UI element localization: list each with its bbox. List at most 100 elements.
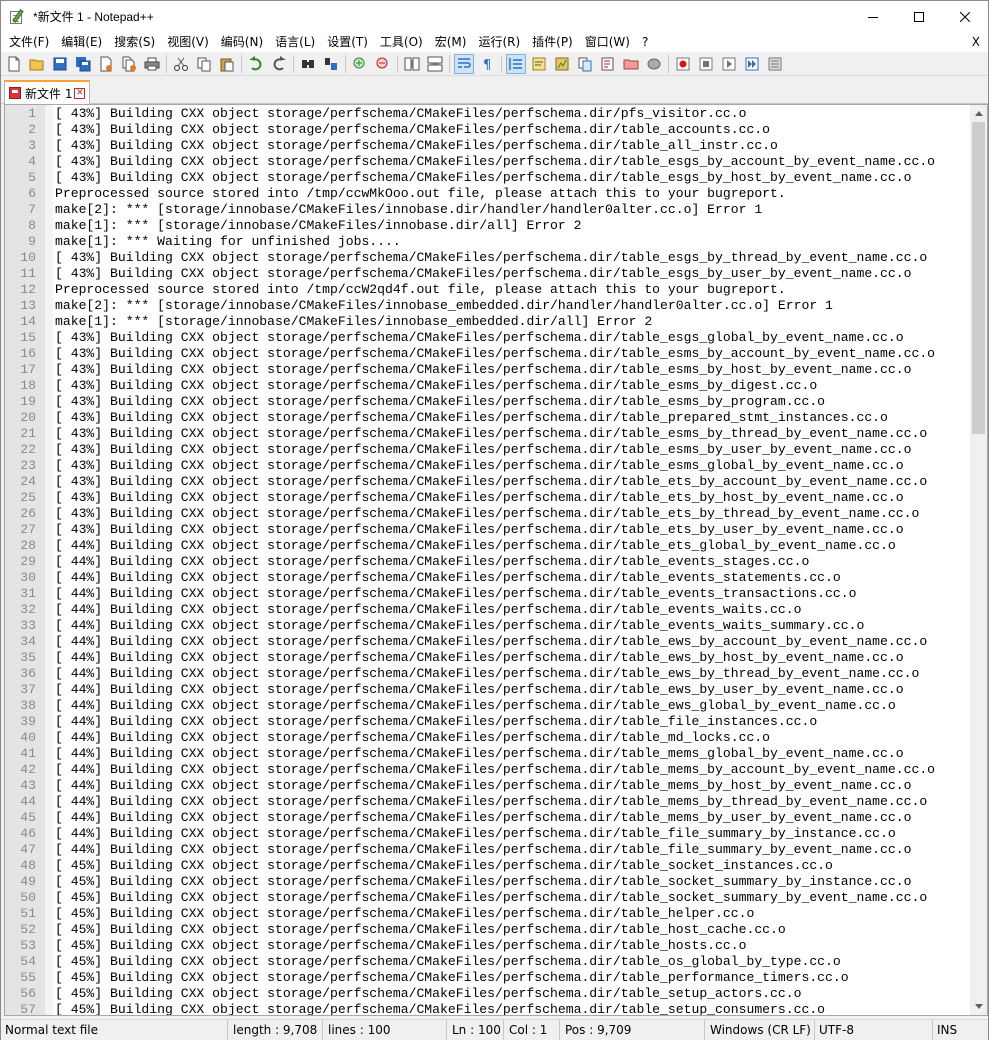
cut-button[interactable] [171, 54, 191, 74]
user-language-button[interactable] [529, 54, 549, 74]
scroll-up-button[interactable] [970, 105, 987, 122]
line-text[interactable]: [ 43%] Building CXX object storage/perfs… [55, 378, 817, 394]
editor-line[interactable]: 22 [ 43%] Building CXX object storage/per… [5, 442, 967, 458]
line-text[interactable]: [ 43%] Building CXX object storage/perfs… [55, 154, 935, 170]
close-document-button[interactable]: X [972, 32, 980, 52]
tab-new-file-1[interactable]: 新文件 1 ✕ [4, 80, 90, 104]
title-bar[interactable]: *新文件 1 - Notepad++ [1, 1, 988, 32]
menu-item-4[interactable]: 编码(N) [215, 32, 269, 52]
line-text[interactable]: [ 45%] Building CXX object storage/perfs… [55, 970, 849, 986]
menu-item-3[interactable]: 视图(V) [161, 32, 215, 52]
scroll-down-button[interactable] [970, 998, 987, 1015]
line-text[interactable]: [ 44%] Building CXX object storage/perfs… [55, 714, 817, 730]
status-encoding[interactable]: UTF-8 [815, 1019, 933, 1040]
line-text[interactable]: make[1]: *** [storage/innobase/CMakeFile… [55, 314, 652, 330]
line-text[interactable]: [ 43%] Building CXX object storage/perfs… [55, 362, 911, 378]
stop-record-button[interactable] [696, 54, 716, 74]
line-text[interactable]: [ 44%] Building CXX object storage/perfs… [55, 698, 896, 714]
minimize-button[interactable] [850, 1, 896, 32]
indent-guide-button[interactable] [506, 53, 526, 74]
line-text[interactable]: Preprocessed source stored into /tmp/ccw… [55, 186, 786, 202]
show-all-chars-button[interactable]: ¶ [477, 54, 497, 74]
editor-line[interactable]: 27 [ 43%] Building CXX object storage/per… [5, 522, 967, 538]
line-text[interactable]: [ 44%] Building CXX object storage/perfs… [55, 666, 919, 682]
line-text[interactable]: [ 44%] Building CXX object storage/perfs… [55, 778, 911, 794]
line-text[interactable]: [ 43%] Building CXX object storage/perfs… [55, 170, 911, 186]
editor-line[interactable]: 35 [ 44%] Building CXX object storage/per… [5, 650, 967, 666]
editor-line[interactable]: 54 [ 45%] Building CXX object storage/per… [5, 954, 967, 970]
editor-line[interactable]: 12 Preprocessed source stored into /tmp/c… [5, 282, 967, 298]
line-text[interactable]: [ 45%] Building CXX object storage/perfs… [55, 874, 911, 890]
function-list-button[interactable] [598, 54, 618, 74]
zoom-in-button[interactable] [350, 54, 370, 74]
replace-button[interactable] [321, 54, 341, 74]
editor-line[interactable]: 16 [ 43%] Building CXX object storage/per… [5, 346, 967, 362]
editor-line[interactable]: 41 [ 44%] Building CXX object storage/per… [5, 746, 967, 762]
monitoring-button[interactable] [644, 54, 664, 74]
redo-button[interactable] [269, 54, 289, 74]
play-macro-button[interactable] [719, 54, 739, 74]
line-text[interactable]: make[2]: *** [storage/innobase/CMakeFile… [55, 298, 833, 314]
editor-line[interactable]: 25 [ 43%] Building CXX object storage/per… [5, 490, 967, 506]
editor-line[interactable]: 9 make[1]: *** Waiting for unfinished job… [5, 234, 967, 250]
line-text[interactable]: [ 43%] Building CXX object storage/perfs… [55, 346, 935, 362]
menu-item-2[interactable]: 搜索(S) [108, 32, 161, 52]
editor-line[interactable]: 6 Preprocessed source stored into /tmp/cc… [5, 186, 967, 202]
editor-line[interactable]: 32 [ 44%] Building CXX object storage/per… [5, 602, 967, 618]
editor-line[interactable]: 8 make[1]: *** [storage/innobase/CMakeFil… [5, 218, 967, 234]
line-text[interactable]: [ 45%] Building CXX object storage/perfs… [55, 986, 801, 1002]
line-text[interactable]: [ 45%] Building CXX object storage/perfs… [55, 890, 927, 906]
editor-line[interactable]: 28 [ 44%] Building CXX object storage/per… [5, 538, 967, 554]
find-button[interactable] [298, 54, 318, 74]
line-text[interactable]: [ 43%] Building CXX object storage/perfs… [55, 410, 888, 426]
editor-line[interactable]: 53 [ 45%] Building CXX object storage/per… [5, 938, 967, 954]
copy-button[interactable] [194, 54, 214, 74]
doc-map-button[interactable] [552, 54, 572, 74]
editor-line[interactable]: 26 [ 43%] Building CXX object storage/per… [5, 506, 967, 522]
editor-line[interactable]: 29 [ 44%] Building CXX object storage/per… [5, 554, 967, 570]
maximize-button[interactable] [896, 1, 942, 32]
editor-line[interactable]: 20 [ 43%] Building CXX object storage/per… [5, 410, 967, 426]
line-text[interactable]: make[2]: *** [storage/innobase/CMakeFile… [55, 202, 762, 218]
word-wrap-button[interactable] [454, 53, 474, 74]
open-file-button[interactable] [27, 54, 47, 74]
close-window-button[interactable] [942, 1, 988, 32]
editor-line[interactable]: 3 [ 43%] Building CXX object storage/perf… [5, 138, 967, 154]
menu-item-8[interactable]: 宏(M) [429, 32, 473, 52]
line-text[interactable]: [ 43%] Building CXX object storage/perfs… [55, 106, 746, 122]
editor-line[interactable]: 51 [ 45%] Building CXX object storage/per… [5, 906, 967, 922]
editor-line[interactable]: 55 [ 45%] Building CXX object storage/per… [5, 970, 967, 986]
editor-line[interactable]: 2 [ 43%] Building CXX object storage/perf… [5, 122, 967, 138]
menu-item-5[interactable]: 语言(L) [269, 32, 321, 52]
editor-line[interactable]: 14 make[1]: *** [storage/innobase/CMakeFi… [5, 314, 967, 330]
folder-workspace-button[interactable] [621, 54, 641, 74]
editor-line[interactable]: 31 [ 44%] Building CXX object storage/per… [5, 586, 967, 602]
line-text[interactable]: [ 44%] Building CXX object storage/perfs… [55, 682, 904, 698]
line-text[interactable]: [ 45%] Building CXX object storage/perfs… [55, 906, 754, 922]
line-text[interactable]: [ 44%] Building CXX object storage/perfs… [55, 634, 927, 650]
editor-line[interactable]: 23 [ 43%] Building CXX object storage/per… [5, 458, 967, 474]
close-button[interactable] [96, 54, 116, 74]
line-text[interactable]: [ 44%] Building CXX object storage/perfs… [55, 810, 911, 826]
line-text[interactable]: [ 44%] Building CXX object storage/perfs… [55, 570, 841, 586]
line-text[interactable]: [ 45%] Building CXX object storage/perfs… [55, 922, 786, 938]
line-text[interactable]: [ 43%] Building CXX object storage/perfs… [55, 490, 904, 506]
line-text[interactable]: [ 43%] Building CXX object storage/perfs… [55, 266, 911, 282]
editor-line[interactable]: 43 [ 44%] Building CXX object storage/per… [5, 778, 967, 794]
editor-line[interactable]: 46 [ 44%] Building CXX object storage/per… [5, 826, 967, 842]
line-text[interactable]: [ 43%] Building CXX object storage/perfs… [55, 442, 911, 458]
line-text[interactable]: [ 45%] Building CXX object storage/perfs… [55, 938, 746, 954]
line-text[interactable]: [ 43%] Building CXX object storage/perfs… [55, 474, 927, 490]
line-text[interactable]: [ 45%] Building CXX object storage/perfs… [55, 1002, 825, 1015]
document-list-button[interactable] [575, 54, 595, 74]
editor-line[interactable]: 5 [ 43%] Building CXX object storage/perf… [5, 170, 967, 186]
menu-item-0[interactable]: 文件(F) [3, 32, 55, 52]
menu-item-9[interactable]: 运行(R) [472, 32, 526, 52]
tab-close-button[interactable]: ✕ [74, 87, 86, 99]
editor-line[interactable]: 15 [ 43%] Building CXX object storage/per… [5, 330, 967, 346]
status-mode[interactable]: INS [933, 1020, 988, 1040]
editor-line[interactable]: 48 [ 45%] Building CXX object storage/per… [5, 858, 967, 874]
paste-button[interactable] [217, 54, 237, 74]
editor-line[interactable]: 7 make[2]: *** [storage/innobase/CMakeFil… [5, 202, 967, 218]
editor-line[interactable]: 24 [ 43%] Building CXX object storage/per… [5, 474, 967, 490]
